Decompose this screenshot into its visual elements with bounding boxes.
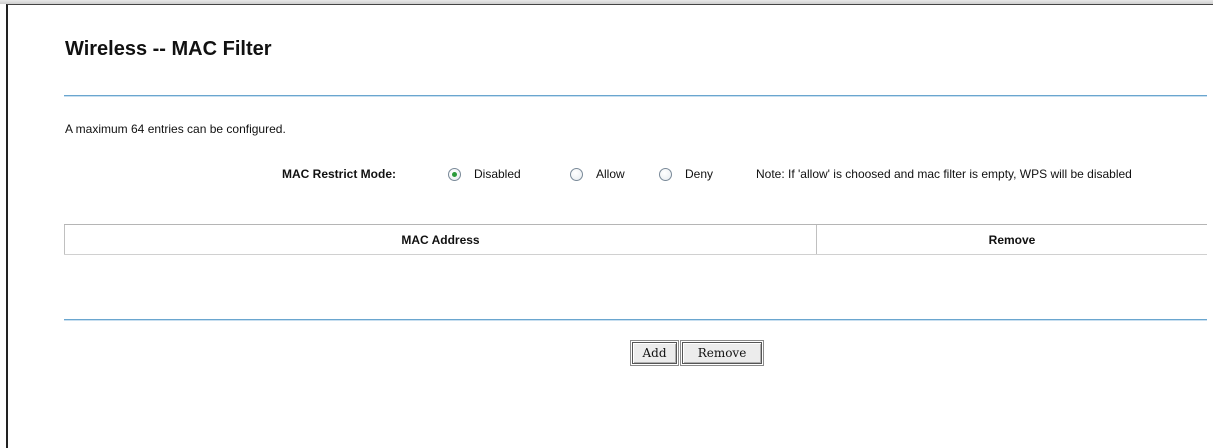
radio-unselected-icon[interactable] [570, 167, 583, 181]
max-entries-note: A maximum 64 entries can be configured. [65, 122, 286, 136]
radio-option-allow[interactable]: Allow [570, 164, 625, 184]
mac-filter-table: MAC Address Remove [64, 224, 1207, 255]
radio-label-allow: Allow [596, 167, 625, 181]
add-button[interactable]: Add [632, 342, 677, 364]
radio-option-disabled[interactable]: Disabled [448, 164, 521, 184]
title-divider [64, 95, 1207, 97]
radio-option-deny[interactable]: Deny [659, 164, 713, 184]
page-title: Wireless -- MAC Filter [65, 38, 272, 60]
wps-note: Note: If 'allow' is choosed and mac filt… [756, 167, 1132, 181]
radio-label-disabled: Disabled [474, 167, 521, 181]
footer-divider [64, 319, 1207, 321]
radio-selected-icon[interactable] [448, 167, 461, 181]
mac-restrict-mode-label: MAC Restrict Mode: [282, 167, 397, 181]
column-header-mac-address: MAC Address [64, 225, 817, 254]
radio-label-deny: Deny [685, 167, 714, 181]
remove-button[interactable]: Remove [682, 342, 762, 364]
radio-dot-icon [452, 171, 457, 177]
radio-unselected-icon[interactable] [659, 167, 672, 181]
column-header-remove: Remove [988, 232, 1036, 247]
